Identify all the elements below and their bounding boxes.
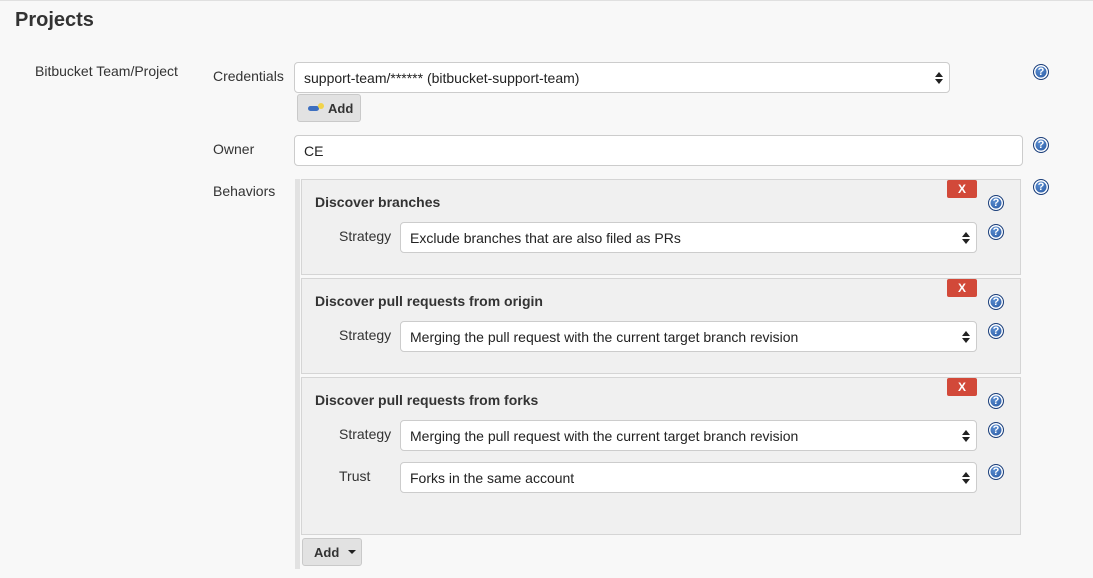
help-icon[interactable]: ?	[1033, 137, 1049, 153]
credentials-select[interactable]: support-team/****** (bitbucket-support-t…	[294, 62, 950, 93]
add-credentials-label: Add	[328, 100, 354, 116]
strategy-select[interactable]: Merging the pull request with the curren…	[400, 321, 977, 352]
strategy-selected-value: Exclude branches that are also filed as …	[410, 229, 681, 246]
key-icon	[308, 103, 324, 113]
credentials-label: Credentials	[213, 68, 284, 84]
behaviors-rail	[295, 179, 300, 569]
strategy-label: Strategy	[339, 426, 392, 442]
select-arrows-icon	[935, 71, 943, 84]
strategy-select[interactable]: Exclude branches that are also filed as …	[400, 222, 977, 253]
behavior-title: Discover branches	[315, 194, 441, 210]
select-arrows-icon	[962, 471, 970, 484]
owner-input[interactable]: CE	[294, 135, 1023, 166]
add-behavior-button[interactable]: Add	[302, 538, 362, 566]
credentials-selected-value: support-team/****** (bitbucket-support-t…	[304, 69, 580, 86]
select-arrows-icon	[962, 330, 970, 343]
strategy-selected-value: Merging the pull request with the curren…	[410, 427, 799, 444]
help-icon[interactable]: ?	[988, 294, 1004, 310]
help-icon[interactable]: ?	[988, 323, 1004, 339]
strategy-label: Strategy	[339, 327, 392, 343]
strategy-label: Strategy	[339, 228, 392, 244]
project-type-label: Bitbucket Team/Project	[35, 63, 178, 79]
trust-label: Trust	[339, 468, 371, 484]
help-icon[interactable]: ?	[1033, 64, 1049, 80]
add-credentials-button[interactable]: Add	[297, 94, 361, 122]
help-icon[interactable]: ?	[988, 422, 1004, 438]
delete-behavior-button[interactable]: X	[947, 279, 977, 297]
help-icon[interactable]: ?	[988, 224, 1004, 240]
delete-behavior-button[interactable]: X	[947, 378, 977, 396]
strategy-select[interactable]: Merging the pull request with the curren…	[400, 420, 977, 451]
behavior-title: Discover pull requests from origin	[315, 293, 543, 309]
behavior-discover-prs-origin: Discover pull requests from origin X ? S…	[301, 278, 1021, 374]
trust-select[interactable]: Forks in the same account	[400, 462, 977, 493]
select-arrows-icon	[962, 429, 970, 442]
section-title: Projects	[15, 9, 94, 31]
delete-behavior-button[interactable]: X	[947, 180, 977, 198]
behavior-discover-branches: Discover branches X ? Strategy Exclude b…	[301, 179, 1021, 275]
strategy-selected-value: Merging the pull request with the curren…	[410, 328, 799, 345]
behaviors-label: Behaviors	[213, 183, 276, 199]
help-icon[interactable]: ?	[1033, 179, 1049, 195]
select-arrows-icon	[962, 231, 970, 244]
caret-down-icon	[348, 550, 357, 554]
help-icon[interactable]: ?	[988, 195, 1004, 211]
owner-label: Owner	[213, 141, 255, 157]
owner-value: CE	[304, 142, 324, 159]
help-icon[interactable]: ?	[988, 464, 1004, 480]
trust-selected-value: Forks in the same account	[410, 469, 575, 486]
behavior-discover-prs-forks: Discover pull requests from forks X ? St…	[301, 377, 1021, 535]
behavior-title: Discover pull requests from forks	[315, 392, 539, 408]
add-behavior-label: Add	[314, 544, 340, 560]
help-icon[interactable]: ?	[988, 393, 1004, 409]
